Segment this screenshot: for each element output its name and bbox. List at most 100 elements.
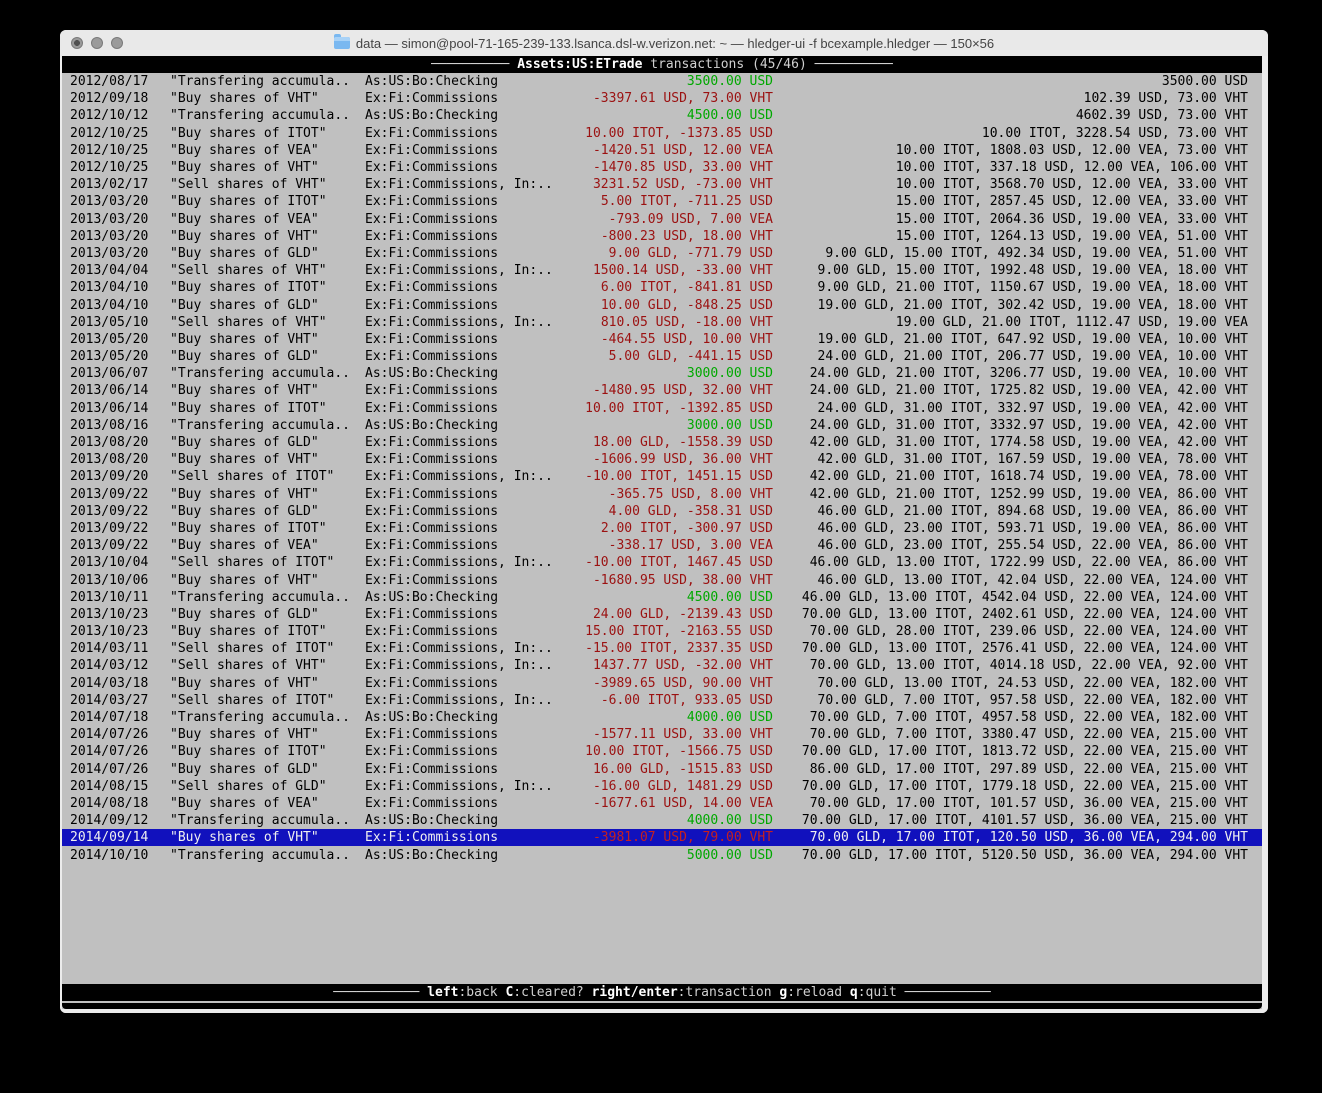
- transaction-balance: 70.00 GLD, 28.00 ITOT, 239.06 USD, 22.00…: [773, 624, 1248, 639]
- transaction-row[interactable]: 2014/10/10"Transfering accumula..As:US:B…: [62, 846, 1262, 863]
- transaction-change: 4.00 GLD, -358.31 USD: [575, 504, 773, 519]
- transaction-change: -365.75 USD, 8.00 VHT: [575, 487, 773, 502]
- transaction-row[interactable]: 2013/10/06"Buy shares of VHT"Ex:Fi:Commi…: [62, 571, 1262, 588]
- transaction-row[interactable]: 2013/09/20"Sell shares of ITOT"Ex:Fi:Com…: [62, 468, 1262, 485]
- transaction-date: 2014/09/14: [70, 830, 170, 845]
- transaction-balance: 70.00 GLD, 7.00 ITOT, 4957.58 USD, 22.00…: [773, 710, 1248, 725]
- transaction-date: 2012/09/18: [70, 91, 170, 106]
- transaction-row[interactable]: 2013/10/11"Transfering accumula..As:US:B…: [62, 589, 1262, 606]
- transaction-row[interactable]: 2014/09/12"Transfering accumula..As:US:B…: [62, 812, 1262, 829]
- transaction-row[interactable]: 2014/03/11"Sell shares of ITOT"Ex:Fi:Com…: [62, 640, 1262, 657]
- transaction-row[interactable]: 2013/09/22"Buy shares of VEA"Ex:Fi:Commi…: [62, 537, 1262, 554]
- transaction-row[interactable]: 2013/03/20"Buy shares of ITOT"Ex:Fi:Comm…: [62, 193, 1262, 210]
- transaction-row[interactable]: 2013/03/20"Buy shares of VHT"Ex:Fi:Commi…: [62, 228, 1262, 245]
- transaction-change: 3500.00 USD: [575, 74, 773, 89]
- transaction-description: "Buy shares of GLD": [170, 435, 365, 450]
- transaction-date: 2014/03/11: [70, 641, 170, 656]
- footer-key: q: [850, 985, 858, 1000]
- transaction-account: Ex:Fi:Commissions: [365, 212, 575, 227]
- footer-key-description: :quit: [858, 985, 897, 1000]
- transaction-change: 10.00 ITOT, -1566.75 USD: [575, 744, 773, 759]
- transaction-row[interactable]: 2013/05/10"Sell shares of VHT"Ex:Fi:Comm…: [62, 314, 1262, 331]
- transaction-row[interactable]: 2012/10/25"Buy shares of VHT"Ex:Fi:Commi…: [62, 159, 1262, 176]
- transaction-date: 2014/07/26: [70, 762, 170, 777]
- transaction-date: 2013/03/20: [70, 194, 170, 209]
- transaction-row[interactable]: 2013/10/23"Buy shares of ITOT"Ex:Fi:Comm…: [62, 623, 1262, 640]
- transaction-row[interactable]: 2014/07/18"Transfering accumula..As:US:B…: [62, 709, 1262, 726]
- footer-dashes-right: ───────────: [897, 985, 991, 1000]
- transaction-row[interactable]: 2013/08/20"Buy shares of VHT"Ex:Fi:Commi…: [62, 451, 1262, 468]
- transaction-change: -1420.51 USD, 12.00 VEA: [575, 143, 773, 158]
- transaction-account: Ex:Fi:Commissions: [365, 246, 575, 261]
- transaction-row[interactable]: 2012/10/25"Buy shares of ITOT"Ex:Fi:Comm…: [62, 125, 1262, 142]
- footer-dashes-left: ───────────: [333, 985, 427, 1000]
- transaction-balance: 4602.39 USD, 73.00 VHT: [773, 108, 1248, 123]
- transaction-row[interactable]: 2014/08/15"Sell shares of GLD"Ex:Fi:Comm…: [62, 778, 1262, 795]
- transaction-account: Ex:Fi:Commissions, In:..: [365, 263, 575, 278]
- transaction-row[interactable]: 2014/07/26"Buy shares of ITOT"Ex:Fi:Comm…: [62, 743, 1262, 760]
- transaction-date: 2014/09/12: [70, 813, 170, 828]
- transaction-row[interactable]: 2012/08/17"Transfering accumula..As:US:B…: [62, 73, 1262, 90]
- transaction-row[interactable]: 2013/10/23"Buy shares of GLD"Ex:Fi:Commi…: [62, 606, 1262, 623]
- transaction-date: 2012/10/25: [70, 143, 170, 158]
- transaction-account: Ex:Fi:Commissions: [365, 298, 575, 313]
- transaction-account: Ex:Fi:Commissions: [365, 452, 575, 467]
- transaction-row[interactable]: 2013/06/07"Transfering accumula..As:US:B…: [62, 365, 1262, 382]
- header-bar: ────────── Assets:US:ETrade transactions…: [62, 56, 1262, 73]
- transaction-row[interactable]: 2012/09/18"Buy shares of VHT"Ex:Fi:Commi…: [62, 90, 1262, 107]
- transaction-description: "Buy shares of VHT": [170, 573, 365, 588]
- transaction-account: Ex:Fi:Commissions: [365, 143, 575, 158]
- transaction-balance: 46.00 GLD, 13.00 ITOT, 1722.99 USD, 22.0…: [773, 555, 1248, 570]
- transaction-row[interactable]: 2013/04/04"Sell shares of VHT"Ex:Fi:Comm…: [62, 262, 1262, 279]
- transaction-balance: 42.00 GLD, 21.00 ITOT, 1618.74 USD, 19.0…: [773, 469, 1248, 484]
- transaction-balance: 70.00 GLD, 17.00 ITOT, 120.50 USD, 36.00…: [773, 830, 1248, 845]
- footer-key-description: :back: [458, 985, 497, 1000]
- transaction-row[interactable]: 2013/02/17"Sell shares of VHT"Ex:Fi:Comm…: [62, 176, 1262, 193]
- transaction-row[interactable]: 2013/08/16"Transfering accumula..As:US:B…: [62, 417, 1262, 434]
- transaction-row[interactable]: 2013/10/04"Sell shares of ITOT"Ex:Fi:Com…: [62, 554, 1262, 571]
- transaction-account: Ex:Fi:Commissions: [365, 280, 575, 295]
- transaction-row[interactable]: 2013/05/20"Buy shares of VHT"Ex:Fi:Commi…: [62, 331, 1262, 348]
- transaction-row[interactable]: 2014/03/18"Buy shares of VHT"Ex:Fi:Commi…: [62, 675, 1262, 692]
- transaction-row[interactable]: 2013/04/10"Buy shares of GLD"Ex:Fi:Commi…: [62, 296, 1262, 313]
- transaction-date: 2013/09/22: [70, 487, 170, 502]
- transaction-row[interactable]: 2013/08/20"Buy shares of GLD"Ex:Fi:Commi…: [62, 434, 1262, 451]
- transaction-row[interactable]: 2012/10/12"Transfering accumula..As:US:B…: [62, 107, 1262, 124]
- transaction-row[interactable]: 2013/03/20"Buy shares of VEA"Ex:Fi:Commi…: [62, 211, 1262, 228]
- transaction-row[interactable]: 2012/10/25"Buy shares of VEA"Ex:Fi:Commi…: [62, 142, 1262, 159]
- transaction-row[interactable]: 2014/08/18"Buy shares of VEA"Ex:Fi:Commi…: [62, 795, 1262, 812]
- transaction-row[interactable]: 2013/09/22"Buy shares of VHT"Ex:Fi:Commi…: [62, 486, 1262, 503]
- transaction-account: Ex:Fi:Commissions: [365, 727, 575, 742]
- transaction-balance: 70.00 GLD, 13.00 ITOT, 24.53 USD, 22.00 …: [773, 676, 1248, 691]
- transaction-account: Ex:Fi:Commissions, In:..: [365, 315, 575, 330]
- transaction-row[interactable]: 2013/06/14"Buy shares of ITOT"Ex:Fi:Comm…: [62, 400, 1262, 417]
- transaction-row[interactable]: 2014/03/12"Sell shares of VHT"Ex:Fi:Comm…: [62, 657, 1262, 674]
- transaction-change: -1680.95 USD, 38.00 VHT: [575, 573, 773, 588]
- transaction-account: Ex:Fi:Commissions: [365, 830, 575, 845]
- transaction-row[interactable]: 2014/07/26"Buy shares of VHT"Ex:Fi:Commi…: [62, 726, 1262, 743]
- transaction-description: "Sell shares of ITOT": [170, 469, 365, 484]
- transaction-description: "Buy shares of VHT": [170, 160, 365, 175]
- transaction-row[interactable]: 2013/09/22"Buy shares of ITOT"Ex:Fi:Comm…: [62, 520, 1262, 537]
- transaction-row[interactable]: 2013/06/14"Buy shares of VHT"Ex:Fi:Commi…: [62, 382, 1262, 399]
- transaction-balance: 15.00 ITOT, 1264.13 USD, 19.00 VEA, 51.0…: [773, 229, 1248, 244]
- transaction-account: Ex:Fi:Commissions: [365, 538, 575, 553]
- transaction-description: "Sell shares of VHT": [170, 263, 365, 278]
- transaction-row[interactable]: 2013/03/20"Buy shares of GLD"Ex:Fi:Commi…: [62, 245, 1262, 262]
- header-dashes-right: ──────────: [815, 57, 893, 72]
- transaction-balance: 42.00 GLD, 31.00 ITOT, 167.59 USD, 19.00…: [773, 452, 1248, 467]
- transaction-row[interactable]: 2013/05/20"Buy shares of GLD"Ex:Fi:Commi…: [62, 348, 1262, 365]
- transaction-description: "Buy shares of VHT": [170, 676, 365, 691]
- terminal-window: data — simon@pool-71-165-239-133.lsanca.…: [60, 30, 1268, 1013]
- titlebar[interactable]: data — simon@pool-71-165-239-133.lsanca.…: [60, 30, 1268, 57]
- transaction-date: 2014/07/26: [70, 744, 170, 759]
- transaction-row[interactable]: 2013/04/10"Buy shares of ITOT"Ex:Fi:Comm…: [62, 279, 1262, 296]
- transaction-row[interactable]: 2014/07/26"Buy shares of GLD"Ex:Fi:Commi…: [62, 761, 1262, 778]
- transaction-date: 2013/08/20: [70, 452, 170, 467]
- transaction-account: As:US:Bo:Checking: [365, 74, 575, 89]
- transaction-row[interactable]: 2014/03/27"Sell shares of ITOT"Ex:Fi:Com…: [62, 692, 1262, 709]
- transaction-account: As:US:Bo:Checking: [365, 590, 575, 605]
- transaction-row[interactable]: 2013/09/22"Buy shares of GLD"Ex:Fi:Commi…: [62, 503, 1262, 520]
- footer-key-description: :transaction: [678, 985, 772, 1000]
- transaction-row[interactable]: 2014/09/14"Buy shares of VHT"Ex:Fi:Commi…: [62, 829, 1262, 846]
